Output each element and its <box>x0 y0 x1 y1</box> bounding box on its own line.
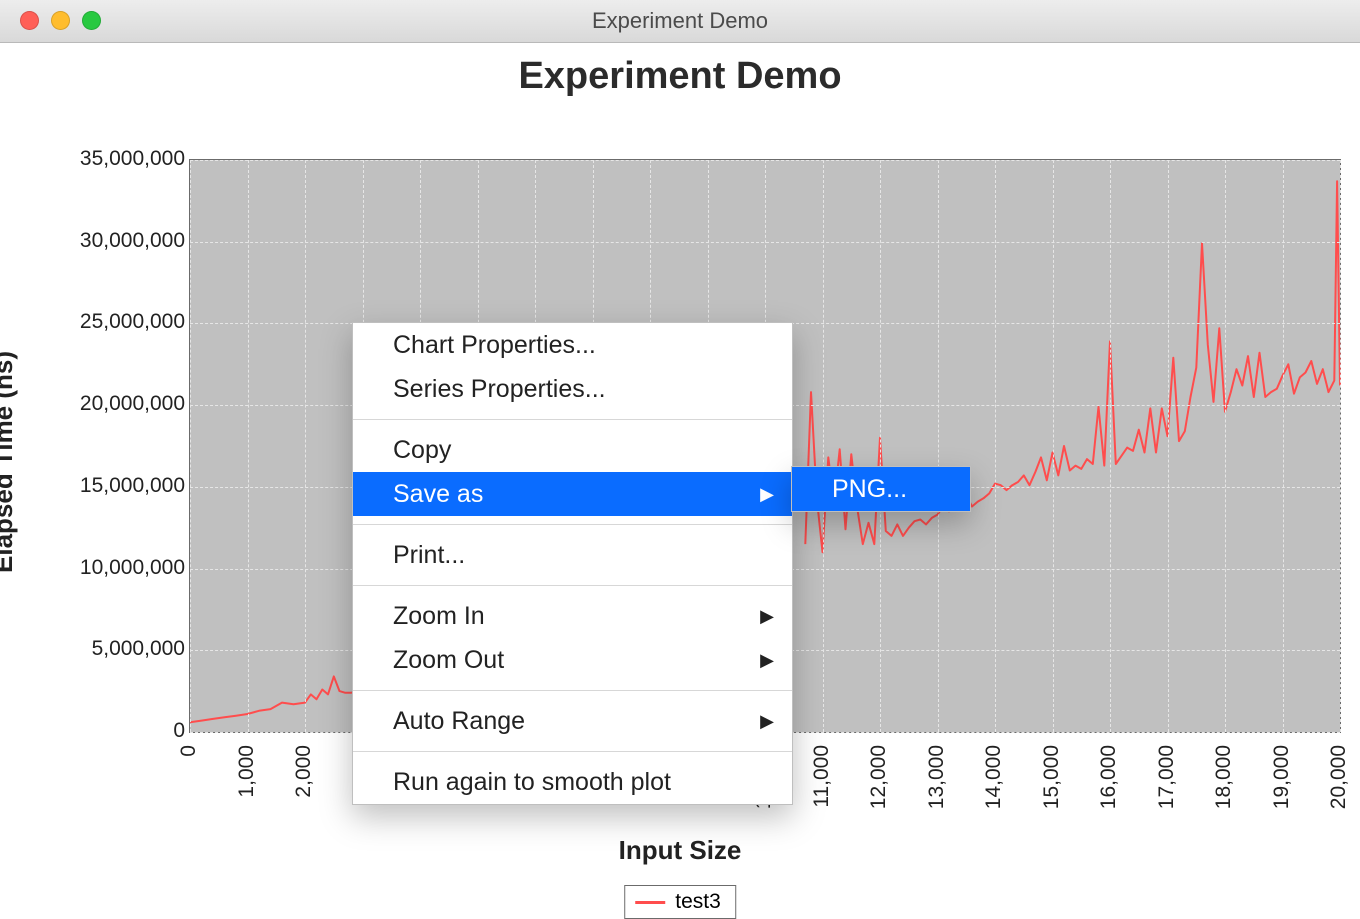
y-tick-label: 25,000,000 <box>45 310 185 334</box>
menu-separator <box>353 751 792 752</box>
y-tick-label: 5,000,000 <box>45 637 185 661</box>
x-tick-label: 2,000 <box>292 745 316 798</box>
chevron-right-icon: ▶ <box>760 479 774 509</box>
x-tick-label: 18,000 <box>1212 745 1236 809</box>
menu-item-label: Zoom In <box>393 602 485 630</box>
window-controls <box>20 11 101 30</box>
window-title: Experiment Demo <box>0 0 1360 42</box>
menu-zoom-out[interactable]: Zoom Out ▶ <box>353 638 792 682</box>
menu-item-label: Print... <box>393 541 465 569</box>
legend-label: test3 <box>675 890 721 914</box>
chart-title: Experiment Demo <box>0 43 1360 98</box>
x-tick-label: 1,000 <box>235 745 259 798</box>
context-menu[interactable]: Chart Properties... Series Properties...… <box>352 322 793 805</box>
submenu-png[interactable]: PNG... <box>792 467 970 511</box>
legend: test3 <box>624 885 736 919</box>
menu-run-again[interactable]: Run again to smooth plot <box>353 760 792 804</box>
menu-separator <box>353 524 792 525</box>
chevron-right-icon: ▶ <box>760 706 774 736</box>
y-tick-label: 10,000,000 <box>45 556 185 580</box>
x-tick-label: 14,000 <box>982 745 1006 809</box>
menu-item-label: Copy <box>393 436 451 464</box>
menu-item-label: Run again to smooth plot <box>393 768 671 796</box>
y-tick-label: 20,000,000 <box>45 392 185 416</box>
menu-separator <box>353 690 792 691</box>
y-tick-label: 35,000,000 <box>45 147 185 171</box>
x-tick-label: 15,000 <box>1040 745 1064 809</box>
menu-item-label: Chart Properties... <box>393 331 596 359</box>
chevron-right-icon: ▶ <box>760 645 774 675</box>
x-tick-label: 0 <box>177 745 201 757</box>
minimize-window-button[interactable] <box>51 11 70 30</box>
menu-item-label: Series Properties... <box>393 375 606 403</box>
x-tick-label: 16,000 <box>1097 745 1121 809</box>
zoom-window-button[interactable] <box>82 11 101 30</box>
x-tick-label: 13,000 <box>925 745 949 809</box>
menu-save-as[interactable]: Save as ▶ <box>353 472 792 516</box>
close-window-button[interactable] <box>20 11 39 30</box>
legend-swatch <box>635 901 665 904</box>
x-tick-label: 20,000 <box>1327 745 1351 809</box>
window-titlebar: Experiment Demo <box>0 0 1360 43</box>
x-tick-label: 12,000 <box>867 745 891 809</box>
menu-chart-properties[interactable]: Chart Properties... <box>353 323 792 367</box>
menu-separator <box>353 585 792 586</box>
y-tick-label: 30,000,000 <box>45 229 185 253</box>
y-tick-label: 15,000,000 <box>45 474 185 498</box>
menu-item-label: Zoom Out <box>393 646 504 674</box>
menu-separator <box>353 419 792 420</box>
x-tick-label: 17,000 <box>1155 745 1179 809</box>
menu-item-label: Save as <box>393 480 483 508</box>
x-tick-label: 11,000 <box>810 745 834 808</box>
menu-zoom-in[interactable]: Zoom In ▶ <box>353 594 792 638</box>
x-axis-label: Input Size <box>0 835 1360 866</box>
menu-series-properties[interactable]: Series Properties... <box>353 367 792 411</box>
x-tick-label: 19,000 <box>1270 745 1294 809</box>
menu-item-label: PNG... <box>832 475 907 503</box>
context-submenu[interactable]: PNG... <box>791 466 971 512</box>
y-axis-label: Elapsed Time (ns) <box>0 351 19 573</box>
menu-item-label: Auto Range <box>393 707 525 735</box>
menu-print[interactable]: Print... <box>353 533 792 577</box>
chevron-right-icon: ▶ <box>760 601 774 631</box>
menu-auto-range[interactable]: Auto Range ▶ <box>353 699 792 743</box>
y-tick-label: 0 <box>45 719 185 743</box>
menu-copy[interactable]: Copy <box>353 428 792 472</box>
